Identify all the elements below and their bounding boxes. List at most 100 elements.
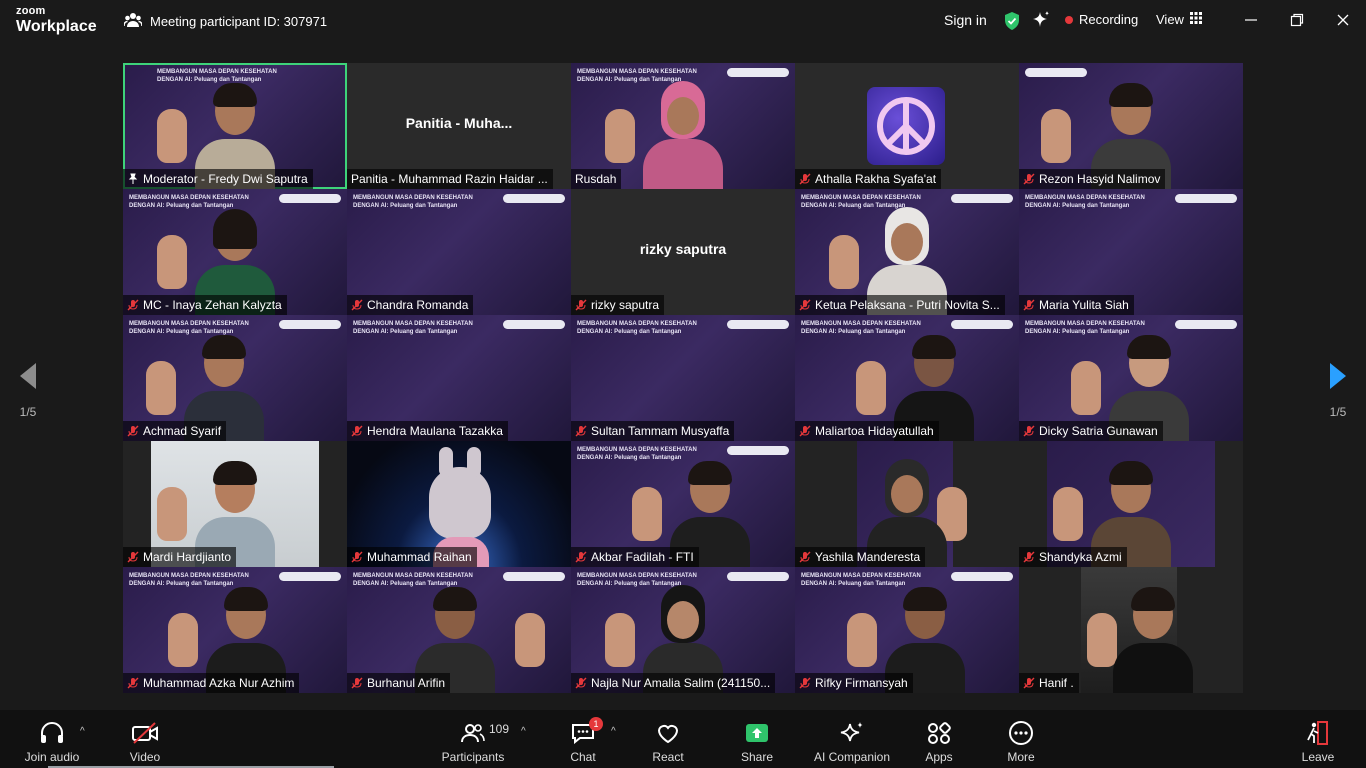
banner-line-1: MEMBANGUN MASA DEPAN KESEHATAN bbox=[577, 573, 697, 579]
apps-button[interactable]: Apps bbox=[922, 720, 956, 764]
participant-tile[interactable]: Muhammad Raihan bbox=[347, 441, 571, 567]
sponsor-logos bbox=[727, 446, 789, 455]
previous-page-button[interactable]: 1/5 bbox=[13, 362, 43, 419]
participant-tile[interactable]: MEMBANGUN MASA DEPAN KESEHATAN DENGAN AI:… bbox=[571, 63, 795, 189]
minimize-icon[interactable] bbox=[1243, 12, 1259, 28]
participant-name-label: Najla Nur Amalia Salim (241150... bbox=[571, 673, 776, 693]
banner-line-1: MEMBANGUN MASA DEPAN KESEHATAN bbox=[577, 69, 697, 75]
banner-line-1: MEMBANGUN MASA DEPAN KESEHATAN bbox=[129, 573, 249, 579]
participants-options-caret-icon[interactable]: ^ bbox=[521, 726, 526, 737]
audio-options-caret-icon[interactable]: ^ bbox=[80, 726, 85, 737]
participant-name: Rifky Firmansyah bbox=[815, 676, 908, 690]
muted-mic-icon bbox=[127, 551, 139, 563]
muted-mic-icon bbox=[1023, 425, 1035, 437]
participant-tile[interactable]: MEMBANGUN MASA DEPAN KESEHATAN DENGAN AI:… bbox=[795, 189, 1019, 315]
view-button[interactable]: View bbox=[1156, 12, 1202, 27]
restore-icon[interactable] bbox=[1289, 12, 1305, 28]
participant-tile[interactable]: Rezon Hasyid Nalimov bbox=[1019, 63, 1243, 189]
participant-name: Maliartoa Hidayatullah bbox=[815, 424, 934, 438]
leave-label: Leave bbox=[1301, 750, 1335, 764]
participant-tile[interactable]: MEMBANGUN MASA DEPAN KESEHATAN DENGAN AI:… bbox=[1019, 189, 1243, 315]
sponsor-logos bbox=[951, 572, 1013, 581]
participant-tile[interactable]: MEMBANGUN MASA DEPAN KESEHATAN DENGAN AI:… bbox=[1019, 315, 1243, 441]
share-button[interactable]: Share bbox=[740, 720, 774, 764]
sign-in-link[interactable]: Sign in bbox=[944, 12, 987, 28]
join-audio-button[interactable]: Join audio bbox=[22, 720, 82, 764]
participant-name-label: Rusdah bbox=[571, 169, 622, 189]
participant-tile[interactable]: MEMBANGUN MASA DEPAN KESEHATAN DENGAN AI:… bbox=[571, 441, 795, 567]
participant-name-label: Akbar Fadilah - FTI bbox=[571, 547, 699, 567]
participant-name: Ketua Pelaksana - Putri Novita S... bbox=[815, 298, 1000, 312]
participant-tile[interactable]: MEMBANGUN MASA DEPAN KESEHATAN DENGAN AI:… bbox=[571, 567, 795, 693]
muted-mic-icon bbox=[799, 551, 811, 563]
video-label: Video bbox=[129, 750, 161, 764]
participant-tile[interactable]: MEMBANGUN MASA DEPAN KESEHATAN DENGAN AI:… bbox=[123, 567, 347, 693]
chat-icon: 1 bbox=[567, 717, 603, 746]
participant-tile[interactable]: MEMBANGUN MASA DEPAN KESEHATAN DENGAN AI:… bbox=[571, 315, 795, 441]
chat-options-caret-icon[interactable]: ^ bbox=[611, 726, 616, 737]
sponsor-logos bbox=[951, 194, 1013, 203]
recording-indicator[interactable]: Recording bbox=[1065, 12, 1138, 27]
video-off-icon bbox=[124, 720, 166, 746]
participant-name: Muhammad Raihan bbox=[367, 550, 472, 564]
headphones-icon bbox=[22, 720, 82, 746]
chat-unread-badge: 1 bbox=[589, 717, 603, 731]
participant-tile[interactable]: Athalla Rakha Syafa'at bbox=[795, 63, 1019, 189]
security-shield-icon[interactable] bbox=[1003, 11, 1021, 36]
participant-name: Najla Nur Amalia Salim (241150... bbox=[591, 676, 771, 690]
chat-button[interactable]: 1 Chat bbox=[567, 717, 603, 764]
participant-name-label: rizky saputra bbox=[571, 295, 665, 315]
participant-tile[interactable]: Mardi Hardjianto bbox=[123, 441, 347, 567]
participant-name: Hendra Maulana Tazakka bbox=[367, 424, 503, 438]
participant-tile[interactable]: rizky saputra rizky saputra bbox=[571, 189, 795, 315]
participant-tile[interactable]: MEMBANGUN MASA DEPAN KESEHATAN DENGAN AI:… bbox=[347, 315, 571, 441]
react-button[interactable]: React bbox=[650, 720, 686, 764]
participant-name-label: Yashila Manderesta bbox=[795, 547, 926, 567]
close-icon[interactable] bbox=[1335, 12, 1351, 28]
participant-tile[interactable]: Shandyka Azmi bbox=[1019, 441, 1243, 567]
muted-mic-icon bbox=[799, 173, 811, 185]
meeting-info[interactable]: Meeting participant ID: 307971 bbox=[123, 12, 327, 31]
participant-tile[interactable]: MEMBANGUN MASA DEPAN KESEHATAN DENGAN AI:… bbox=[795, 567, 1019, 693]
muted-mic-icon bbox=[575, 425, 587, 437]
ai-companion-button[interactable]: AI Companion bbox=[812, 720, 892, 764]
participant-tile[interactable]: MEMBANGUN MASA DEPAN KESEHATAN DENGAN AI:… bbox=[347, 189, 571, 315]
sponsor-logos bbox=[279, 572, 341, 581]
sponsor-logos bbox=[727, 320, 789, 329]
participant-name-label: Maria Yulita Siah bbox=[1019, 295, 1134, 315]
participant-tile[interactable]: MEMBANGUN MASA DEPAN KESEHATAN DENGAN AI:… bbox=[795, 315, 1019, 441]
muted-mic-icon bbox=[575, 551, 587, 563]
participant-name-label: Burhanul Arifin bbox=[347, 673, 451, 693]
muted-mic-icon bbox=[351, 299, 363, 311]
participant-tile[interactable]: MEMBANGUN MASA DEPAN KESEHATAN DENGAN AI:… bbox=[347, 567, 571, 693]
participant-tile[interactable]: Hanif . bbox=[1019, 567, 1243, 693]
more-button[interactable]: More bbox=[1004, 720, 1038, 764]
banner-line-2: DENGAN AI: Peluang dan Tantangan bbox=[353, 202, 458, 209]
react-label: React bbox=[652, 750, 684, 764]
ai-sparkle-icon[interactable] bbox=[1032, 11, 1050, 34]
apps-label: Apps bbox=[925, 750, 953, 764]
sponsor-logos bbox=[727, 572, 789, 581]
participant-tile[interactable]: Yashila Manderesta bbox=[795, 441, 1019, 567]
event-banner: MEMBANGUN MASA DEPAN KESEHATAN DENGAN AI:… bbox=[577, 321, 697, 337]
participant-name-label: Rifky Firmansyah bbox=[795, 673, 913, 693]
participant-tile[interactable]: MEMBANGUN MASA DEPAN KESEHATAN DENGAN AI:… bbox=[123, 189, 347, 315]
chat-label: Chat bbox=[570, 750, 596, 764]
sponsor-logos bbox=[503, 320, 565, 329]
participant-name: rizky saputra bbox=[591, 298, 660, 312]
participant-tile[interactable]: MEMBANGUN MASA DEPAN KESEHATAN DENGAN AI:… bbox=[123, 63, 347, 189]
join-audio-label: Join audio bbox=[24, 750, 80, 764]
record-dot-icon bbox=[1065, 15, 1073, 24]
participant-name: Sultan Tammam Musyaffa bbox=[591, 424, 730, 438]
banner-line-2: DENGAN AI: Peluang dan Tantangan bbox=[577, 328, 682, 335]
participant-tile[interactable]: Panitia - Muha... Panitia - Muhammad Raz… bbox=[347, 63, 571, 189]
bunny-avatar bbox=[429, 467, 491, 539]
participant-tile[interactable]: MEMBANGUN MASA DEPAN KESEHATAN DENGAN AI:… bbox=[123, 315, 347, 441]
participant-name-label: Dicky Satria Gunawan bbox=[1019, 421, 1163, 441]
video-button[interactable]: Video bbox=[124, 720, 166, 764]
muted-mic-icon bbox=[1023, 173, 1035, 185]
next-page-button[interactable]: 1/5 bbox=[1323, 362, 1353, 419]
participant-grid: MEMBANGUN MASA DEPAN KESEHATAN DENGAN AI:… bbox=[123, 63, 1243, 693]
leave-button[interactable]: Leave bbox=[1300, 720, 1336, 764]
sponsor-logos bbox=[503, 194, 565, 203]
